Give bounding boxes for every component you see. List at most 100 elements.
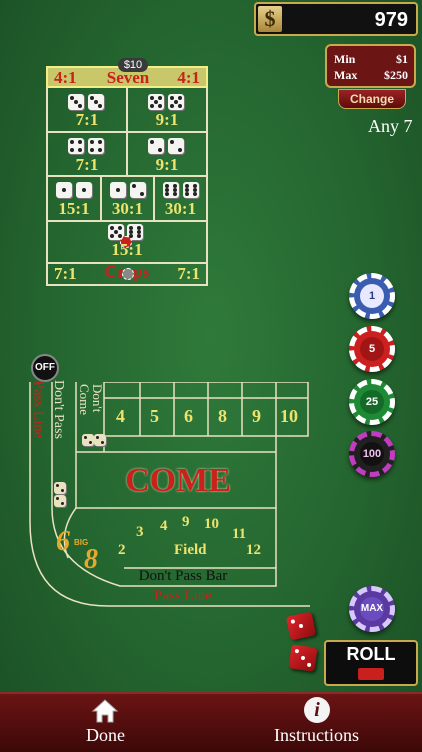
big-six: 6 <box>56 526 70 557</box>
done-label: Done <box>86 725 125 745</box>
big-eight: 8 <box>84 544 98 575</box>
home-icon <box>91 699 119 723</box>
field-label: Field <box>174 542 207 558</box>
field-2: 2 <box>118 542 126 558</box>
field-3: 3 <box>136 524 144 540</box>
field-12: 12 <box>246 542 261 558</box>
die-one-icon <box>110 182 126 198</box>
seven-right-odds: 4:1 <box>177 68 200 87</box>
twelve-odds: 30:1 <box>164 199 197 218</box>
field-11: 11 <box>232 526 247 542</box>
die-two-icon <box>148 138 164 154</box>
craps-layout: Pass Line Don't Pass Don't Come 4 5 6 8 … <box>28 380 312 608</box>
dont-pass-dice-icon <box>54 482 66 494</box>
die-three-icon <box>88 94 104 110</box>
bottom-toolbar: Done i Instructions <box>0 692 422 752</box>
field-9: 9 <box>182 514 190 530</box>
min-label: Min <box>334 52 356 66</box>
dollar-icon: $ <box>258 6 282 32</box>
hard-six-odds: 7:1 <box>75 110 99 129</box>
field-10: 10 <box>204 516 219 532</box>
field-bet[interactable]: 2 3 4 9 10 11 12 Field <box>108 512 276 566</box>
chip-25-label: 25 <box>360 390 384 414</box>
chip-5[interactable]: 5 <box>349 326 395 372</box>
dont-come-dice-icon <box>94 434 106 446</box>
die-one-icon <box>56 182 72 198</box>
seven-chip: $10 <box>118 58 148 72</box>
balance-amount: 979 <box>374 9 408 31</box>
aces-bet[interactable]: 15:1 <box>48 177 100 220</box>
chip-100[interactable]: 100 <box>349 431 395 477</box>
hard-eight-odds: 7:1 <box>75 155 99 174</box>
red-die-icon <box>285 611 317 641</box>
max-value: $250 <box>384 68 408 82</box>
die-five-icon <box>168 94 184 110</box>
dont-pass-bar-bet[interactable]: Don't Pass Bar <box>118 568 248 585</box>
die-six-icon <box>163 182 179 198</box>
hard-ten-odds: 9:1 <box>155 110 179 129</box>
pass-line-bet[interactable]: Pass Line <box>128 588 238 605</box>
roll-label: ROLL <box>346 644 396 664</box>
die-three-icon <box>68 94 84 110</box>
die-two-icon <box>168 138 184 154</box>
hard-four-bet[interactable]: 9:1 <box>128 133 206 175</box>
change-limits-button[interactable]: Change <box>338 89 406 109</box>
roll-button[interactable]: ROLL <box>324 640 418 686</box>
craps-left-odds: 7:1 <box>54 264 77 283</box>
balance-display: $ 979 <box>254 2 418 36</box>
place-9[interactable]: 9 <box>252 406 261 427</box>
dont-come-dice-icon <box>82 434 94 446</box>
seven-left-odds: 4:1 <box>54 68 77 87</box>
die-one-icon <box>76 182 92 198</box>
hard-ten-bet[interactable]: 9:1 <box>128 88 206 131</box>
red-die-icon <box>288 644 318 672</box>
twelve-bet[interactable]: 30:1 <box>155 177 206 220</box>
current-bet-label: Any 7 <box>368 116 413 136</box>
puck-off: OFF <box>31 354 59 382</box>
ace-deuce-bet[interactable]: 30:1 <box>102 177 153 220</box>
hard-six-bet[interactable]: 7:1 <box>48 88 126 131</box>
roll-dice-icon <box>358 668 384 680</box>
chip-25[interactable]: 25 <box>349 379 395 425</box>
chip-5-label: 5 <box>360 337 384 361</box>
die-two-icon <box>130 182 146 198</box>
pass-line-side-label[interactable]: Pass Line <box>30 381 47 461</box>
big-six-eight-bet[interactable]: 6 BIG 8 <box>52 522 112 582</box>
ace-deuce-odds: 30:1 <box>111 199 144 218</box>
eleven-odds: 15:1 <box>111 240 143 259</box>
info-icon: i <box>304 697 330 723</box>
aces-odds: 15:1 <box>58 199 90 218</box>
instructions-label: Instructions <box>274 725 359 745</box>
place-8[interactable]: 8 <box>218 406 227 427</box>
die-four-icon <box>68 138 84 154</box>
die-six-icon <box>183 182 199 198</box>
max-bet-chip[interactable]: MAX <box>349 586 395 632</box>
field-4: 4 <box>160 518 168 534</box>
min-value: $1 <box>396 52 408 66</box>
dont-come-label[interactable]: Don't Come <box>77 384 105 424</box>
dont-pass-side-label[interactable]: Don't Pass <box>50 380 66 460</box>
dont-pass-dice-icon <box>54 495 66 507</box>
chip-1-label: 1 <box>360 284 384 308</box>
max-chip-label: MAX <box>360 597 384 621</box>
chip-1[interactable]: 1 <box>349 273 395 319</box>
hard-four-odds: 9:1 <box>155 155 179 174</box>
place-5[interactable]: 5 <box>150 406 159 427</box>
eleven-bet[interactable]: 15:1 <box>48 222 206 262</box>
instructions-button[interactable]: i Instructions <box>211 694 422 752</box>
place-10[interactable]: 10 <box>280 406 298 427</box>
die-five-icon <box>148 94 164 110</box>
max-label: Max <box>334 68 358 82</box>
any-craps-bet[interactable]: 7:1 Craps 7:1 <box>48 262 206 284</box>
proposition-bets: 4:1 Seven 4:1 $10 7:1 9:1 7:1 9:1 15:1 3… <box>46 58 208 286</box>
place-6[interactable]: 6 <box>184 406 193 427</box>
craps-right-odds: 7:1 <box>177 264 200 283</box>
die-four-icon <box>88 138 104 154</box>
hard-eight-bet[interactable]: 7:1 <box>48 133 126 175</box>
table-limits: Min $1 Max $250 <box>325 44 416 88</box>
place-4[interactable]: 4 <box>116 406 125 427</box>
bet-marker-icon <box>122 268 134 280</box>
chip-100-label: 100 <box>360 442 384 466</box>
done-button[interactable]: Done <box>0 694 211 752</box>
come-bet[interactable]: COME <box>108 462 248 500</box>
